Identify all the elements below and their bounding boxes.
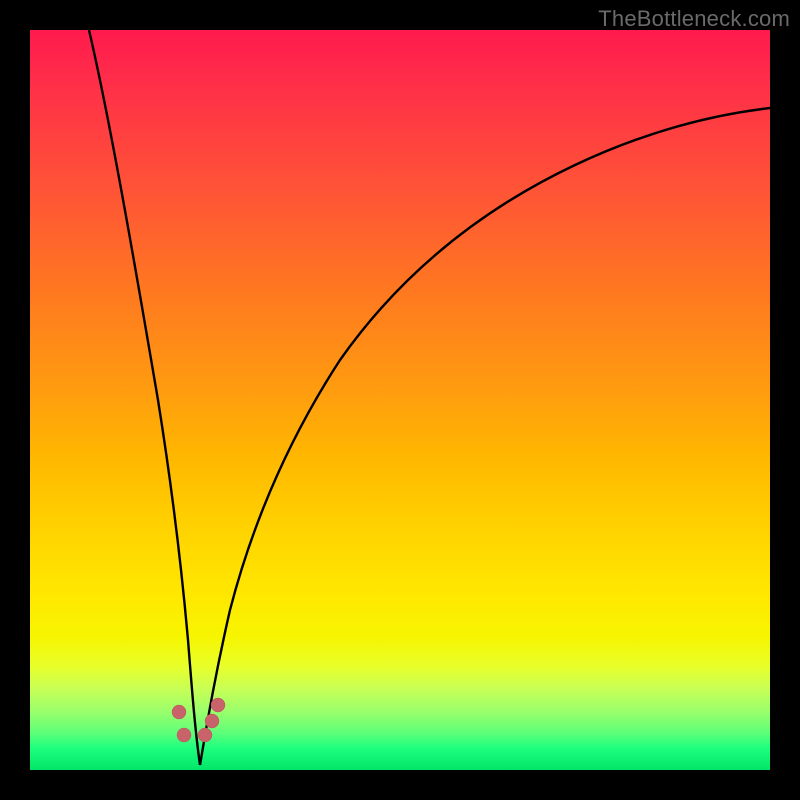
- watermark-text: TheBottleneck.com: [598, 6, 790, 32]
- right-branch-curve: [200, 108, 770, 765]
- curve-layer: [30, 30, 770, 770]
- chart-frame: TheBottleneck.com: [0, 0, 800, 800]
- plot-area: [30, 30, 770, 770]
- left-branch-curve: [89, 30, 200, 765]
- valley-markers: [172, 698, 225, 742]
